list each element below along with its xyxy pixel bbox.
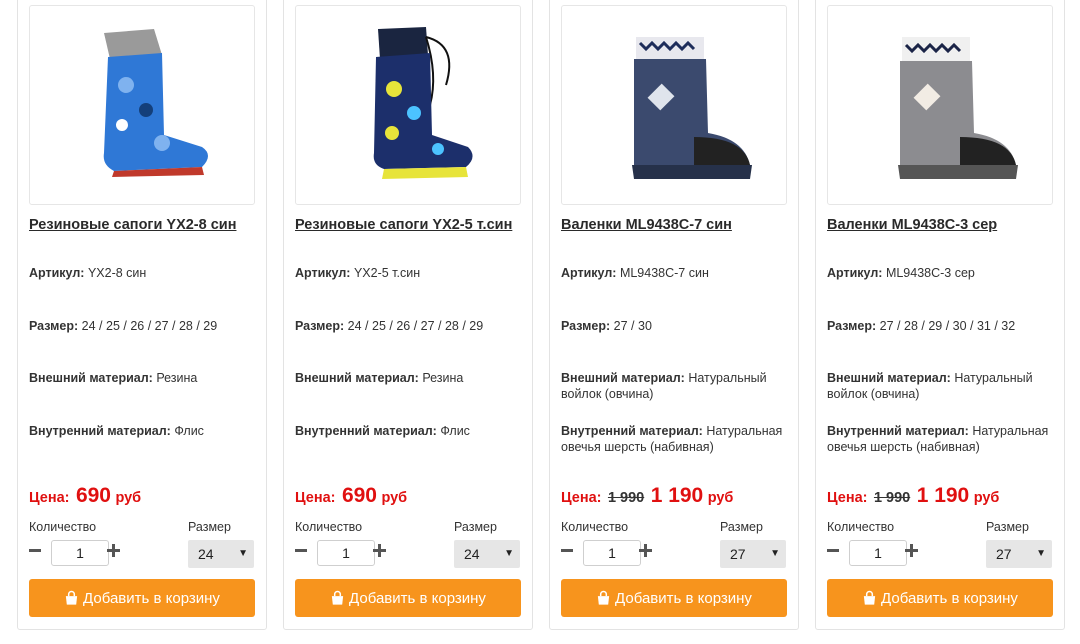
size-label: Размер bbox=[720, 520, 763, 534]
product-sizes: Размер: 24 / 25 / 26 / 27 / 28 / 29 bbox=[295, 319, 484, 333]
product-outer-material: Внешний материал: Натуральный войлок (ов… bbox=[827, 371, 1033, 401]
rubber-boot-navy-image bbox=[373, 27, 473, 179]
product-sizes: Размер: 27 / 28 / 29 / 30 / 31 / 32 bbox=[827, 319, 1016, 333]
product-sku: Артикул: YX2-8 син bbox=[29, 266, 147, 280]
quantity-label: Количество bbox=[295, 520, 363, 534]
size-select[interactable]: 24 ▼ bbox=[454, 540, 520, 568]
size-label: Размер bbox=[188, 520, 231, 534]
dropdown-arrow-icon: ▼ bbox=[1036, 548, 1046, 559]
size-select[interactable]: 24 ▼ bbox=[188, 540, 254, 568]
felt-boot-blue-image bbox=[632, 37, 752, 179]
product-card: Валенки ML9438C-3 сер Артикул: ML9438C-3… bbox=[815, 0, 1065, 630]
decrease-quantity-button[interactable] bbox=[560, 543, 574, 557]
size-select[interactable]: 27 ▼ bbox=[720, 540, 786, 568]
product-outer-material: Внешний материал: Натуральный войлок (ов… bbox=[561, 371, 767, 401]
size-label: Размер bbox=[986, 520, 1029, 534]
product-inner-material: Внутренний материал: Натуральная овечья … bbox=[561, 424, 783, 454]
shopping-bag-icon bbox=[65, 590, 78, 605]
product-image[interactable] bbox=[295, 5, 521, 205]
product-image[interactable] bbox=[29, 5, 255, 205]
add-to-cart-button[interactable]: Добавить в корзину bbox=[295, 579, 521, 617]
quantity-label: Количество bbox=[827, 520, 895, 534]
increase-quantity-button[interactable] bbox=[639, 543, 653, 557]
quantity-input[interactable] bbox=[51, 540, 109, 566]
increase-quantity-button[interactable] bbox=[107, 543, 121, 557]
size-select[interactable]: 27 ▼ bbox=[986, 540, 1052, 568]
dropdown-arrow-icon: ▼ bbox=[504, 548, 514, 559]
decrease-quantity-button[interactable] bbox=[28, 543, 42, 557]
quantity-label: Количество bbox=[29, 520, 97, 534]
felt-boot-grey-image bbox=[898, 37, 1018, 179]
old-price: 1 990 bbox=[873, 490, 911, 506]
increase-quantity-button[interactable] bbox=[373, 543, 387, 557]
add-to-cart-button[interactable]: Добавить в корзину bbox=[827, 579, 1053, 617]
product-title[interactable]: Резиновые сапоги YX2-5 т.син bbox=[295, 217, 529, 233]
product-title[interactable]: Резиновые сапоги YX2-8 син bbox=[29, 217, 263, 233]
quantity-input[interactable] bbox=[583, 540, 641, 566]
product-grid: Резиновые сапоги YX2-8 син Артикул: YX2-… bbox=[0, 0, 1080, 644]
shopping-bag-icon bbox=[863, 590, 876, 605]
old-price: 1 990 bbox=[607, 490, 645, 506]
product-sku: Артикул: ML9438C-7 син bbox=[561, 266, 709, 280]
decrease-quantity-button[interactable] bbox=[294, 543, 308, 557]
product-image[interactable] bbox=[827, 5, 1053, 205]
add-to-cart-button[interactable]: Добавить в корзину bbox=[29, 579, 255, 617]
product-inner-material: Внутренний материал: Натуральная овечья … bbox=[827, 424, 1049, 454]
product-price: Цена: 690 руб bbox=[29, 484, 142, 507]
product-image[interactable] bbox=[561, 5, 787, 205]
size-label: Размер bbox=[454, 520, 497, 534]
quantity-input[interactable] bbox=[849, 540, 907, 566]
product-card: Резиновые сапоги YX2-5 т.син Артикул: YX… bbox=[283, 0, 533, 630]
product-price: Цена: 690 руб bbox=[295, 484, 408, 507]
product-title[interactable]: Валенки ML9438C-3 сер bbox=[827, 217, 1061, 233]
product-title[interactable]: Валенки ML9438C-7 син bbox=[561, 217, 795, 233]
product-price: Цена: 1 990 1 190 руб bbox=[827, 484, 1000, 507]
product-sizes: Размер: 24 / 25 / 26 / 27 / 28 / 29 bbox=[29, 319, 218, 333]
quantity-label: Количество bbox=[561, 520, 629, 534]
dropdown-arrow-icon: ▼ bbox=[238, 548, 248, 559]
add-to-cart-button[interactable]: Добавить в корзину bbox=[561, 579, 787, 617]
dropdown-arrow-icon: ▼ bbox=[770, 548, 780, 559]
decrease-quantity-button[interactable] bbox=[826, 543, 840, 557]
rubber-boot-blue-image bbox=[103, 29, 208, 177]
product-sku: Артикул: ML9438C-3 сер bbox=[827, 266, 975, 280]
product-card: Резиновые сапоги YX2-8 син Артикул: YX2-… bbox=[17, 0, 267, 630]
product-outer-material: Внешний материал: Резина bbox=[295, 371, 464, 385]
increase-quantity-button[interactable] bbox=[905, 543, 919, 557]
product-outer-material: Внешний материал: Резина bbox=[29, 371, 198, 385]
product-card: Валенки ML9438C-7 син Артикул: ML9438C-7… bbox=[549, 0, 799, 630]
quantity-input[interactable] bbox=[317, 540, 375, 566]
product-price: Цена: 1 990 1 190 руб bbox=[561, 484, 734, 507]
shopping-bag-icon bbox=[597, 590, 610, 605]
product-inner-material: Внутренний материал: Флис bbox=[29, 424, 204, 438]
shopping-bag-icon bbox=[331, 590, 344, 605]
product-sizes: Размер: 27 / 30 bbox=[561, 319, 652, 333]
product-inner-material: Внутренний материал: Флис bbox=[295, 424, 470, 438]
product-sku: Артикул: YX2-5 т.син bbox=[295, 266, 421, 280]
